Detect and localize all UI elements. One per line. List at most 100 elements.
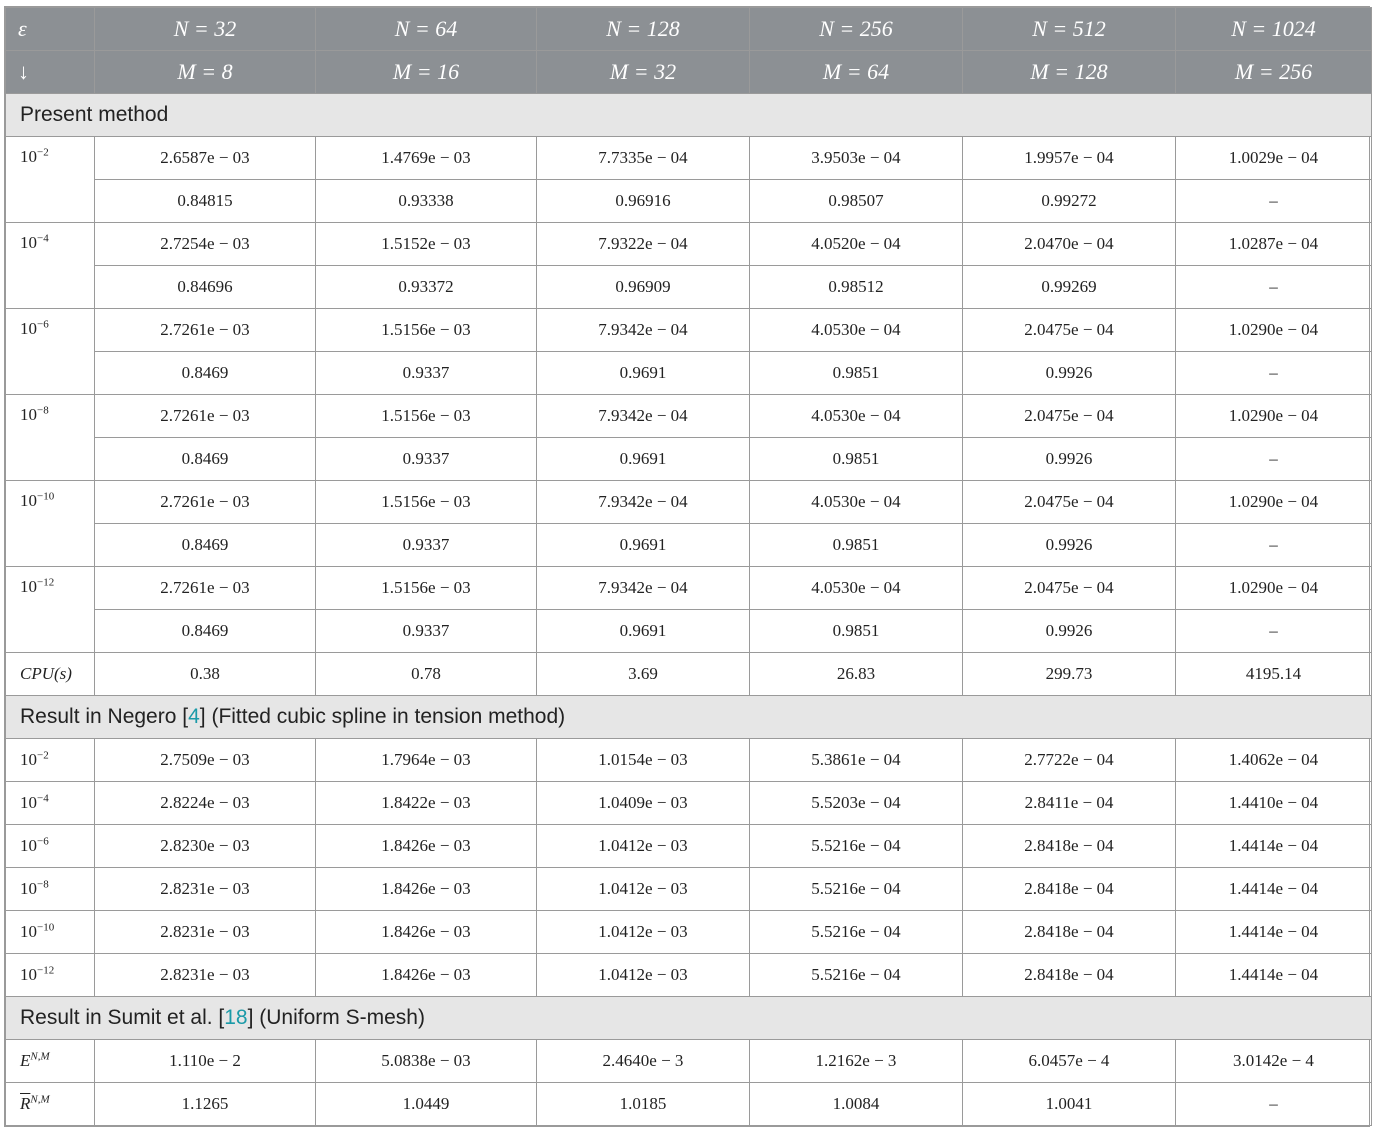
value-cell: 5.5216e − 04 [749, 824, 963, 868]
citation-link[interactable]: 4 [188, 705, 200, 728]
epsilon-cell: 10−12 [5, 953, 95, 997]
error-cell: 1.5156e − 03 [315, 394, 537, 438]
epsilon-exponent: −8 [37, 404, 49, 417]
rate-cell: 0.8469 [94, 609, 316, 653]
epsilon-base: 10 [20, 319, 37, 338]
error-row: 10−8 2.7261e − 03 1.5156e − 03 7.9342e − 04… [5, 394, 1372, 481]
epsilon-base: 10 [20, 793, 37, 812]
epsilon-base: 10 [20, 922, 37, 941]
error-cell: 4.0520e − 04 [749, 222, 963, 266]
negero-row: 10−6 2.8230e − 03 1.8426e − 03 1.0412e − 03… [5, 824, 1372, 868]
results-table: ε N = 32 N = 64 N = 128 N = 256 N = 512 … [4, 6, 1372, 1127]
header-n-256: N = 256 [749, 7, 963, 51]
rate-cell: 0.8469 [94, 351, 316, 395]
rate-cell: 0.9337 [315, 609, 537, 653]
epsilon-exponent: −12 [37, 576, 55, 589]
error-cell: 7.9342e − 04 [536, 566, 750, 610]
epsilon-base: 10 [20, 750, 37, 769]
sumit-row: RN,M 1.1265 1.0449 1.0185 1.0084 1.0041– [5, 1082, 1372, 1126]
row-label: EN,M [5, 1039, 95, 1083]
error-cell: 3.9503e − 04 [749, 136, 963, 180]
header-n-64: N = 64 [315, 7, 537, 51]
header-row-n: ε N = 32 N = 64 N = 128 N = 256 N = 512 … [5, 7, 1372, 51]
error-cell: 4.0530e − 04 [749, 480, 963, 524]
error-cell: 1.0290e − 04 [1175, 394, 1372, 438]
rate-cell: 0.9851 [749, 523, 963, 567]
value-cell: 2.8231e − 03 [94, 910, 316, 954]
error-cell: 2.6587e − 03 [94, 136, 316, 180]
header-m-16: M = 16 [315, 50, 537, 94]
rate-cell: 0.93372 [315, 265, 537, 309]
error-cell: 4.0530e − 04 [749, 394, 963, 438]
epsilon-cell: 10−12 [5, 566, 95, 653]
epsilon-exponent: −4 [37, 792, 49, 805]
epsilon-base: 10 [20, 233, 37, 252]
rate-cell: 0.98512 [749, 265, 963, 309]
epsilon-cell: 10−2 [5, 738, 95, 782]
value-cell: 1.0185 [536, 1082, 750, 1126]
rate-cell: 0.93338 [315, 179, 537, 223]
value-cell: 1.0154e − 03 [536, 738, 750, 782]
epsilon-base: 10 [20, 836, 37, 855]
value-cell: 1.0084 [749, 1082, 963, 1126]
value-cell: 1.8426e − 03 [315, 953, 537, 997]
rate-cell: – [1175, 523, 1372, 567]
epsilon-exponent: −6 [37, 318, 49, 331]
section-title-text: ] (Fitted cubic spline in tension method… [199, 705, 566, 728]
epsilon-cell: 10−10 [5, 910, 95, 954]
error-cell: 2.0475e − 04 [962, 394, 1176, 438]
epsilon-base: 10 [20, 491, 37, 510]
error-row: 10−6 2.7261e − 03 1.5156e − 03 7.9342e − 04… [5, 308, 1372, 395]
value-cell: 6.0457e − 4 [962, 1039, 1176, 1083]
error-cell: 1.5152e − 03 [315, 222, 537, 266]
error-row: 10−12 2.7261e − 03 1.5156e − 03 7.9342e − 0… [5, 566, 1372, 653]
value-cell: 2.8231e − 03 [94, 867, 316, 911]
citation-link[interactable]: 18 [224, 1006, 247, 1029]
header-n-32: N = 32 [94, 7, 316, 51]
epsilon-base: 10 [20, 405, 37, 424]
error-cell: 1.5156e − 03 [315, 480, 537, 524]
error-cell: 1.0029e − 04 [1175, 136, 1372, 180]
section-title-text: Result in Negero [ [20, 705, 189, 728]
epsilon-cell: 10−8 [5, 867, 95, 911]
value-cell: 1.0412e − 03 [536, 953, 750, 997]
rate-cell: 0.99269 [962, 265, 1176, 309]
value-cell: 1.4414e − 04 [1175, 867, 1372, 911]
error-cell: 2.7261e − 03 [94, 308, 316, 352]
rate-row: 0.8469 0.9337 0.9691 0.9851 0.9926– [6, 437, 1372, 481]
rate-cell: 0.84696 [94, 265, 316, 309]
rate-cell: – [1175, 265, 1372, 309]
value-cell: 1.8422e − 03 [315, 781, 537, 825]
cpu-cell: 3.69 [536, 652, 750, 696]
value-cell: 1.0041 [962, 1082, 1176, 1126]
label-superscript: N,M [30, 1050, 50, 1063]
epsilon-cell: 10−8 [5, 394, 95, 481]
header-n-1024: N = 1024 [1175, 7, 1372, 51]
error-row: 10−4 2.7254e − 03 1.5152e − 03 7.9322e − 04… [5, 222, 1372, 309]
rate-cell: 0.9851 [749, 351, 963, 395]
sumit-row: EN,M 1.110e − 2 5.0838e − 03 2.4640e − 3 1.2… [5, 1039, 1372, 1083]
value-cell: 2.8418e − 04 [962, 824, 1176, 868]
value-cell: 3.0142e − 4 [1175, 1039, 1372, 1083]
error-cell: 1.4769e − 03 [315, 136, 537, 180]
error-cell: 4.0530e − 04 [749, 566, 963, 610]
error-cell: 2.0475e − 04 [962, 480, 1176, 524]
section-sumit: Result in Sumit et al. [18] (Uniform S-m… [5, 996, 1372, 1040]
section-title-text: ] (Uniform S-mesh) [247, 1006, 425, 1029]
value-cell: – [1175, 1082, 1372, 1126]
epsilon-exponent: −6 [37, 835, 49, 848]
value-cell: 2.8418e − 04 [962, 867, 1176, 911]
rate-row: 0.8469 0.9337 0.9691 0.9851 0.9926– [6, 609, 1372, 653]
value-cell: 2.8224e − 03 [94, 781, 316, 825]
error-cell: 7.9342e − 04 [536, 480, 750, 524]
rate-cell: 0.9691 [536, 351, 750, 395]
rate-cell: 0.9851 [749, 437, 963, 481]
value-cell: 5.5216e − 04 [749, 867, 963, 911]
value-cell: 1.4062e − 04 [1175, 738, 1372, 782]
rate-cell: 0.8469 [94, 523, 316, 567]
rate-cell: 0.98507 [749, 179, 963, 223]
value-cell: 2.8411e − 04 [962, 781, 1176, 825]
value-cell: 5.5216e − 04 [749, 953, 963, 997]
epsilon-exponent: −2 [37, 146, 49, 159]
rate-row: 0.8469 0.9337 0.9691 0.9851 0.9926– [6, 351, 1372, 395]
